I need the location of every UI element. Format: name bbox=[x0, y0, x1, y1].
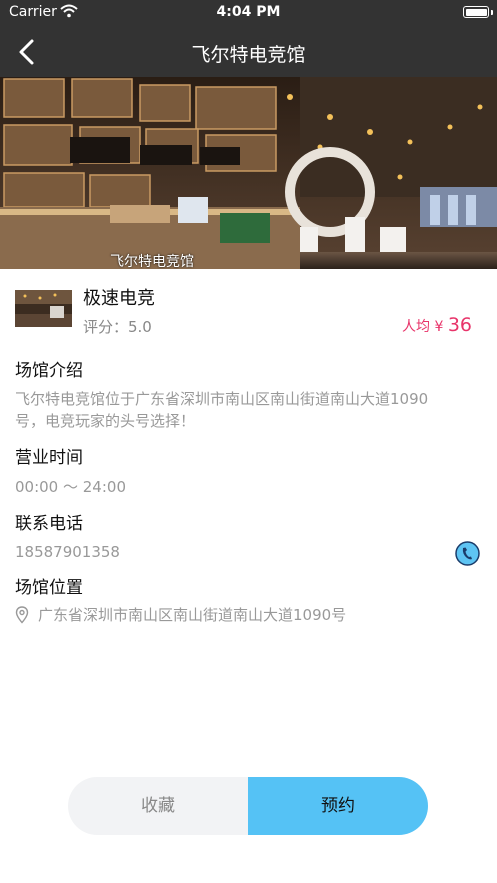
price-value: 36 bbox=[447, 314, 472, 336]
clock: 4:04 PM bbox=[216, 4, 281, 20]
price-per-person: 人均 ¥ 36 bbox=[402, 314, 472, 336]
location-title: 场馆位置 bbox=[15, 578, 83, 598]
favorite-button[interactable]: 收藏 bbox=[68, 777, 248, 835]
venue-header: 极速电竞 评分：5.0 人均 ¥ 36 bbox=[15, 284, 482, 336]
battery-icon bbox=[463, 6, 489, 18]
intro-title: 场馆介绍 bbox=[15, 361, 83, 381]
status-bar: Carrier 4:04 PM bbox=[0, 0, 497, 26]
book-button[interactable]: 预约 bbox=[248, 777, 428, 835]
battery-tip bbox=[491, 10, 493, 15]
hours-value: 00:00 ～ 24:00 bbox=[15, 478, 126, 496]
location-address: 广东省深圳市南山区南山街道南山大道1090号 bbox=[38, 606, 347, 624]
bottom-action-bar: 收藏 预约 bbox=[68, 777, 428, 835]
banner-caption: 飞尔特电竞馆 bbox=[110, 254, 194, 269]
intro-line-1: 飞尔特电竞馆位于广东省深圳市南山区南山街道南山大道1090 bbox=[15, 390, 429, 408]
page-title: 飞尔特电竞馆 bbox=[191, 44, 306, 66]
price-label: 人均 ¥ bbox=[402, 319, 448, 335]
venue-name: 极速电竞 bbox=[83, 288, 155, 309]
phone-number: 18587901358 bbox=[15, 543, 120, 561]
call-phone-icon[interactable] bbox=[455, 541, 480, 566]
hours-title: 营业时间 bbox=[15, 448, 83, 468]
phone-title: 联系电话 bbox=[15, 514, 83, 534]
venue-rating: 评分：5.0 bbox=[83, 318, 152, 336]
venue-thumbnail bbox=[15, 290, 72, 327]
venue-banner-image: 飞尔特电竞馆 bbox=[0, 77, 497, 269]
nav-bar: 飞尔特电竞馆 bbox=[0, 26, 497, 77]
intro-line-2: 号，电竞玩家的头号选择！ bbox=[15, 412, 196, 430]
location-pin-icon bbox=[15, 606, 29, 624]
